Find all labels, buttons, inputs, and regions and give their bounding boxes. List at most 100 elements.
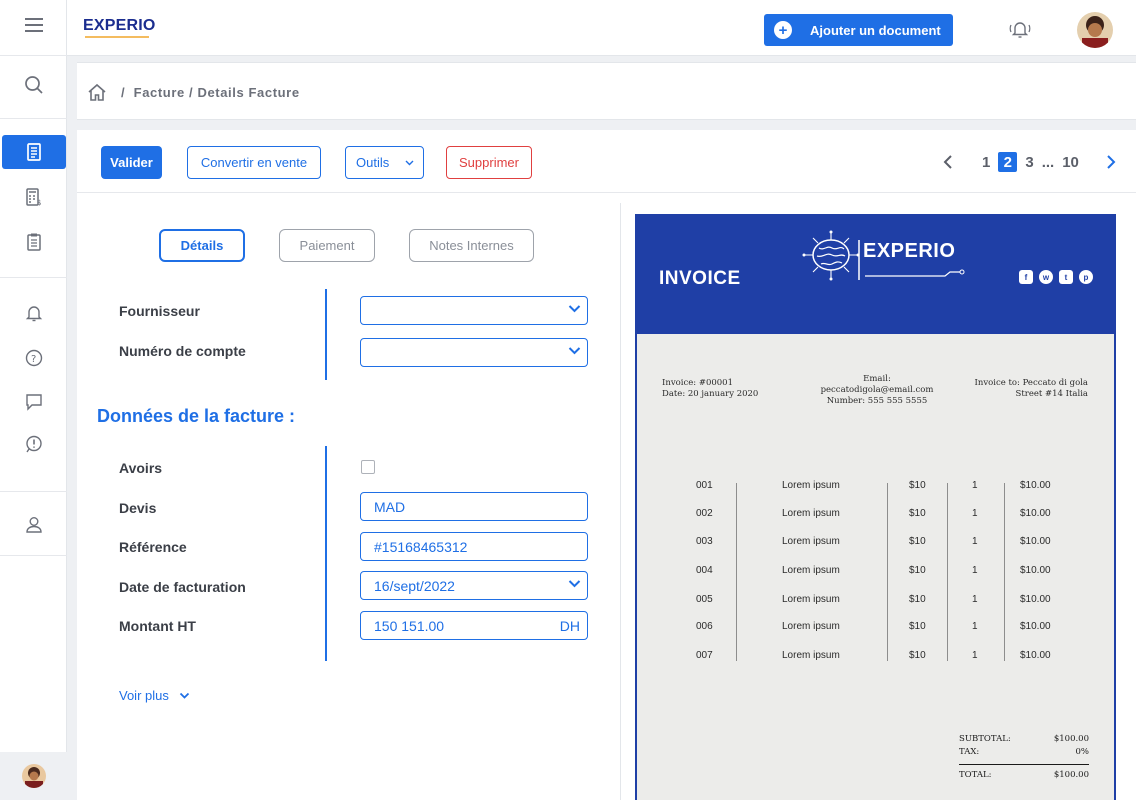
notification-bell-icon[interactable] <box>1007 17 1033 41</box>
avoirs-label: Avoirs <box>119 460 163 476</box>
montant-label: Montant HT <box>119 618 196 634</box>
invoice-icon[interactable] <box>2 135 66 169</box>
subtotal-value: $100.00 <box>1053 734 1089 744</box>
line-total: $10.00 <box>1020 650 1051 661</box>
sidebar-divider <box>0 277 67 278</box>
line-qty: 1 <box>972 565 978 576</box>
devis-field[interactable]: MAD <box>360 492 588 521</box>
date-value: 16/sept/2022 <box>374 577 455 594</box>
page-2[interactable]: 2 <box>998 152 1018 172</box>
page-1[interactable]: 1 <box>982 154 990 171</box>
clipboard-icon[interactable] <box>0 225 67 259</box>
outils-dropdown[interactable]: Outils <box>345 146 424 179</box>
user-icon[interactable] <box>0 508 67 542</box>
totals-rule <box>959 764 1089 765</box>
supprimer-button[interactable]: Supprimer <box>446 146 532 179</box>
pinterest-icon[interactable]: p <box>1079 270 1093 284</box>
invoice-line: 004 Lorem ipsum $10 1 $10.00 <box>637 565 1114 585</box>
group-marker <box>325 446 327 661</box>
invoice-line: 001 Lorem ipsum $10 1 $10.00 <box>637 480 1114 500</box>
home-icon[interactable] <box>87 83 107 101</box>
facebook-icon[interactable]: f <box>1019 270 1033 284</box>
pagination: 1 2 3 ... 10 <box>942 152 1117 172</box>
tab-paiement[interactable]: Paiement <box>279 229 375 262</box>
invoice-recipient: Invoice to: Peccato di gola Street #14 I… <box>962 378 1088 400</box>
voir-plus-link[interactable]: Voir plus <box>119 688 190 703</box>
user-avatar[interactable] <box>1077 12 1113 48</box>
page-10[interactable]: 10 <box>1062 154 1079 171</box>
total-label: TOTAL: <box>959 770 992 780</box>
brand-logo[interactable]: EXPERIO <box>83 17 156 35</box>
montant-field[interactable]: 150 151.00 DH <box>360 611 588 640</box>
chevron-right-icon[interactable] <box>1103 154 1117 170</box>
line-total: $10.00 <box>1020 594 1051 605</box>
compte-select[interactable] <box>360 338 588 367</box>
line-id: 005 <box>696 594 713 605</box>
reference-label: Référence <box>119 539 187 555</box>
fournisseur-label: Fournisseur <box>119 303 200 319</box>
section-title: Données de la facture : <box>97 406 296 426</box>
add-document-button[interactable]: + Ajouter un document <box>764 14 953 46</box>
chevron-left-icon[interactable] <box>942 154 956 170</box>
line-desc: Lorem ipsum <box>782 621 840 632</box>
menu-icon[interactable] <box>0 8 67 42</box>
tab-details[interactable]: Détails <box>159 229 245 262</box>
breadcrumb-text[interactable]: Facture / Details Facture <box>134 85 300 100</box>
fournisseur-select[interactable] <box>360 296 588 325</box>
reference-field[interactable]: #15168465312 <box>360 532 588 561</box>
breadcrumb-path[interactable]: / Facture / Details Facture <box>121 85 300 100</box>
chat-icon[interactable] <box>0 385 67 419</box>
valider-button[interactable]: Valider <box>101 146 162 179</box>
calculator-icon[interactable]: $ <box>0 180 67 214</box>
devis-label: Devis <box>119 500 157 516</box>
whatsapp-icon[interactable]: w <box>1039 270 1053 284</box>
line-id: 001 <box>696 480 713 491</box>
subtotal-label: SUBTOTAL: <box>959 734 1011 744</box>
add-document-label: Ajouter un document <box>810 22 941 38</box>
line-qty: 1 <box>972 650 978 661</box>
voir-plus-label: Voir plus <box>119 688 169 703</box>
help-icon[interactable]: ? <box>0 341 67 375</box>
devis-value: MAD <box>374 498 406 515</box>
social-links: f w t p <box>1019 270 1093 284</box>
avatar[interactable] <box>21 764 46 788</box>
line-total: $10.00 <box>1020 508 1051 519</box>
line-qty: 1 <box>972 508 978 519</box>
sidebar-user[interactable] <box>0 752 67 800</box>
search-icon[interactable] <box>0 68 67 102</box>
panel-divider <box>620 203 621 800</box>
chevron-down-icon <box>179 692 190 699</box>
convertir-button[interactable]: Convertir en vente <box>187 146 321 179</box>
line-id: 007 <box>696 650 713 661</box>
avoirs-checkbox[interactable] <box>361 460 375 474</box>
twitter-icon[interactable]: t <box>1059 270 1073 284</box>
montant-value: 150 151.00 <box>374 617 445 634</box>
invoice-header: INVOICE EXPERIO f w t p <box>637 216 1114 334</box>
line-desc: Lorem ipsum <box>782 594 840 605</box>
invoice-date: Date: 20 january 2020 <box>662 389 759 399</box>
line-id: 003 <box>696 536 713 547</box>
invoice-line: 005 Lorem ipsum $10 1 $10.00 <box>637 594 1114 614</box>
invoice-preview[interactable]: INVOICE EXPERIO f w t p Invoice: #00001 … <box>635 214 1116 800</box>
svg-text:$: $ <box>37 199 41 207</box>
line-desc: Lorem ipsum <box>782 565 840 576</box>
tab-notes-internes[interactable]: Notes Internes <box>409 229 534 262</box>
logo-underline <box>85 36 149 38</box>
sidebar: $ ? <box>0 0 67 800</box>
line-id: 006 <box>696 621 713 632</box>
page-3[interactable]: 3 <box>1025 154 1033 171</box>
invoice-number: Invoice: #00001 <box>662 378 733 388</box>
invoice-email: Email: peccatodigola@email.com <box>820 374 934 395</box>
breadcrumb-separator: / <box>121 85 126 100</box>
line-desc: Lorem ipsum <box>782 536 840 547</box>
invoice-street: Street #14 Italia <box>1015 389 1088 399</box>
line-price: $10 <box>909 650 926 661</box>
reference-value: #15168465312 <box>374 538 468 555</box>
chevron-down-icon <box>568 347 581 355</box>
bell-icon[interactable] <box>0 296 67 330</box>
line-price: $10 <box>909 594 926 605</box>
sidebar-divider <box>0 55 67 56</box>
line-price: $10 <box>909 565 926 576</box>
date-select[interactable]: 16/sept/2022 <box>360 571 588 600</box>
alert-icon[interactable] <box>0 427 67 461</box>
